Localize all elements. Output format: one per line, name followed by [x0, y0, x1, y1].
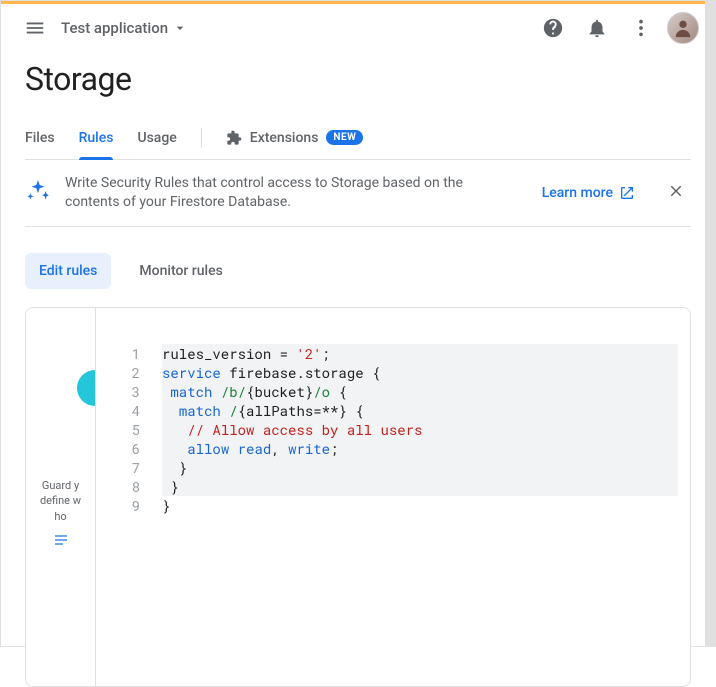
line-no: 8 — [96, 477, 140, 496]
project-selector[interactable]: Test application — [61, 19, 188, 37]
extensions-icon — [226, 130, 242, 146]
banner-text: Write Security Rules that control access… — [65, 174, 465, 212]
side-text-3: ho — [26, 509, 95, 524]
new-pill: NEW — [326, 130, 363, 145]
code-area[interactable]: rules_version = '2'; service firebase.st… — [156, 308, 690, 686]
subtab-edit-rules[interactable]: Edit rules — [25, 253, 111, 289]
page-title: Storage — [25, 60, 691, 98]
tab-rules[interactable]: Rules — [79, 116, 114, 159]
side-illustration — [77, 370, 96, 406]
scrollbar[interactable] — [705, 1, 715, 646]
editor-body: 1 2 3 4 5 6 7 8 9 rules_version = '2'; s… — [96, 308, 690, 686]
subtab-monitor-rules[interactable]: Monitor rules — [125, 253, 236, 289]
overflow-menu-icon[interactable] — [623, 10, 659, 46]
line-no: 7 — [96, 458, 140, 477]
line-no: 5 — [96, 420, 140, 439]
doc-icon[interactable] — [26, 532, 95, 554]
info-banner: Write Security Rules that control access… — [25, 160, 691, 227]
side-text-2: define w — [26, 493, 95, 508]
tab-extensions[interactable]: Extensions NEW — [226, 130, 364, 146]
tab-usage[interactable]: Usage — [137, 116, 176, 159]
line-no: 1 — [96, 344, 140, 363]
learn-more-label: Learn more — [542, 185, 613, 201]
sparkle-icon — [25, 178, 51, 208]
editor-card: Guard y define w ho 1 2 3 4 5 6 7 8 9 ru… — [25, 307, 691, 687]
top-bar: Test application — [1, 4, 715, 52]
line-no: 9 — [96, 496, 140, 515]
notifications-icon[interactable] — [579, 10, 615, 46]
tab-files[interactable]: Files — [25, 116, 55, 159]
tab-extensions-label: Extensions — [250, 130, 319, 146]
learn-more-link[interactable]: Learn more — [542, 185, 635, 201]
tab-divider — [201, 128, 202, 148]
close-banner-button[interactable] — [661, 176, 691, 210]
close-icon — [667, 182, 685, 200]
open-in-new-icon — [619, 185, 635, 201]
line-no: 2 — [96, 363, 140, 382]
line-no: 6 — [96, 439, 140, 458]
side-panel: Guard y define w ho — [26, 308, 96, 686]
line-gutter: 1 2 3 4 5 6 7 8 9 — [96, 308, 156, 686]
line-no: 4 — [96, 401, 140, 420]
subtabs: Edit rules Monitor rules — [25, 253, 691, 289]
menu-icon[interactable] — [17, 10, 53, 46]
caret-down-icon — [172, 20, 188, 36]
avatar[interactable] — [667, 12, 699, 44]
side-text-1: Guard y — [26, 478, 95, 493]
tabs-row: Files Rules Usage Extensions NEW — [25, 116, 691, 160]
project-name: Test application — [61, 19, 168, 37]
line-no: 3 — [96, 382, 140, 401]
help-icon[interactable] — [535, 10, 571, 46]
